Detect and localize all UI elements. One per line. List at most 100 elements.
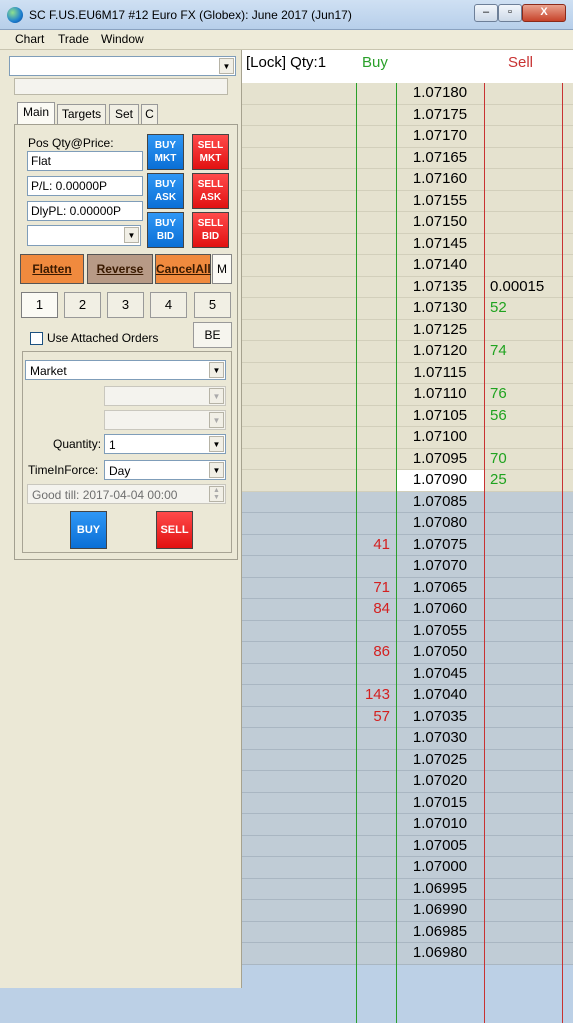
ladder-row[interactable]: 1.06990 — [242, 900, 573, 922]
m-button[interactable]: M — [212, 254, 232, 284]
ladder-row[interactable]: 1.07145 — [242, 233, 573, 255]
price-cell[interactable]: 1.07030 — [396, 729, 484, 746]
price-cell[interactable]: 1.07000 — [396, 858, 484, 875]
bid-size-cell[interactable]: 41 — [356, 536, 396, 553]
price-cell[interactable]: 1.07075 — [396, 536, 484, 553]
price-cell[interactable]: 1.07080 — [396, 514, 484, 531]
bid-size-cell[interactable]: 86 — [356, 643, 396, 660]
minimize-button[interactable]: – — [474, 4, 498, 22]
ladder-row[interactable]: 1.07080 — [242, 513, 573, 535]
price-cell[interactable]: 1.07140 — [396, 256, 484, 273]
cancel-all-button[interactable]: CancelAll — [155, 254, 211, 284]
use-attached-orders-checkbox[interactable] — [30, 332, 43, 345]
account-select[interactable]: ▼ — [9, 56, 236, 76]
quantity-preset-4[interactable]: 4 — [150, 292, 187, 318]
price-cell[interactable]: 1.07120 — [396, 342, 484, 359]
ladder-row[interactable]: 1.07100 — [242, 427, 573, 449]
price-cell[interactable]: 1.06995 — [396, 880, 484, 897]
reverse-button[interactable]: Reverse — [87, 254, 153, 284]
price-cell[interactable]: 1.07100 — [396, 428, 484, 445]
price-cell[interactable]: 1.07165 — [396, 149, 484, 166]
price-cell[interactable]: 1.07045 — [396, 665, 484, 682]
ladder-row[interactable]: 1.07020 — [242, 771, 573, 793]
ask-size-cell[interactable]: 70 — [484, 450, 573, 467]
price-cell[interactable]: 1.07010 — [396, 815, 484, 832]
quantity-preset-5[interactable]: 5 — [194, 292, 231, 318]
buy-market-button[interactable]: BUY MKT — [147, 134, 184, 170]
ladder-row[interactable]: 1.07000 — [242, 857, 573, 879]
ladder-row[interactable]: 1.07055 — [242, 620, 573, 642]
bid-size-cell[interactable]: 71 — [356, 579, 396, 596]
ladder-row[interactable]: 1.07025 — [242, 749, 573, 771]
price-select-2[interactable]: ▼ — [104, 410, 226, 430]
price-select-1[interactable]: ▼ — [104, 386, 226, 406]
price-cell[interactable]: 1.07065 — [396, 579, 484, 596]
close-button[interactable]: X — [522, 4, 566, 22]
tab-main[interactable]: Main — [17, 102, 55, 125]
ladder-row[interactable]: 1.07155 — [242, 190, 573, 212]
ladder-row[interactable]: 1.06980 — [242, 943, 573, 965]
price-cell[interactable]: 1.07180 — [396, 84, 484, 101]
ladder-row[interactable]: 1.07045 — [242, 663, 573, 685]
ladder-row[interactable]: 84 1.07060 — [242, 599, 573, 621]
buy-bid-button[interactable]: BUY BID — [147, 212, 184, 248]
ladder-row[interactable]: 1.07070 — [242, 556, 573, 578]
menu-chart[interactable]: Chart — [15, 32, 44, 46]
ladder-row[interactable]: 1.07010 — [242, 814, 573, 836]
price-cell[interactable]: 1.07135 — [396, 278, 484, 295]
price-cell[interactable]: 1.07005 — [396, 837, 484, 854]
ladder-row[interactable]: 1.07140 — [242, 255, 573, 277]
price-cell[interactable]: 1.07055 — [396, 622, 484, 639]
sell-bid-button[interactable]: SELL BID — [192, 212, 229, 248]
ladder-row[interactable]: 1.07160 — [242, 169, 573, 191]
ladder-row[interactable]: 1.07130 52 — [242, 298, 573, 320]
bid-size-cell[interactable]: 57 — [356, 708, 396, 725]
ladder-row[interactable]: 1.07165 — [242, 147, 573, 169]
ladder-row[interactable]: 1.07175 — [242, 104, 573, 126]
order-quantity-select[interactable]: ▼ — [27, 225, 141, 246]
ladder-row[interactable]: 1.06995 — [242, 878, 573, 900]
order-type-select[interactable]: Market ▼ — [25, 360, 226, 380]
ladder-row[interactable]: 1.07180 — [242, 83, 573, 105]
price-cell[interactable]: 1.07125 — [396, 321, 484, 338]
ladder-row[interactable]: 1.07015 — [242, 792, 573, 814]
flatten-button[interactable]: Flatten — [20, 254, 84, 284]
price-cell[interactable]: 1.07155 — [396, 192, 484, 209]
tab-set[interactable]: Set — [109, 104, 139, 124]
sell-market-button[interactable]: SELL MKT — [192, 134, 229, 170]
bid-size-cell[interactable]: 84 — [356, 600, 396, 617]
price-cell[interactable]: 1.07145 — [396, 235, 484, 252]
price-cell[interactable]: 1.07170 — [396, 127, 484, 144]
quantity-preset-3[interactable]: 3 — [107, 292, 144, 318]
buy-button[interactable]: BUY — [70, 511, 107, 549]
buy-ask-button[interactable]: BUY ASK — [147, 173, 184, 209]
price-cell[interactable]: 1.07060 — [396, 600, 484, 617]
ladder-row[interactable]: 57 1.07035 — [242, 706, 573, 728]
quantity-preset-2[interactable]: 2 — [64, 292, 101, 318]
ask-size-cell[interactable]: 0.00015 — [484, 278, 573, 295]
ladder-row[interactable]: 1.07090 25 — [242, 470, 573, 492]
price-cell[interactable]: 1.07160 — [396, 170, 484, 187]
ladder-row[interactable]: 1.07085 — [242, 491, 573, 513]
ladder-row[interactable]: 1.07095 70 — [242, 448, 573, 470]
price-cell[interactable]: 1.06985 — [396, 923, 484, 940]
tab-targets[interactable]: Targets — [57, 104, 106, 124]
sell-ask-button[interactable]: SELL ASK — [192, 173, 229, 209]
menu-trade[interactable]: Trade — [58, 32, 89, 46]
price-cell[interactable]: 1.07130 — [396, 299, 484, 316]
ladder-row[interactable]: 71 1.07065 — [242, 577, 573, 599]
ladder-row[interactable]: 86 1.07050 — [242, 642, 573, 664]
ladder-row[interactable]: 1.07030 — [242, 728, 573, 750]
ladder-row[interactable]: 1.07150 — [242, 212, 573, 234]
price-cell[interactable]: 1.06980 — [396, 944, 484, 961]
ladder-row[interactable]: 1.07125 — [242, 319, 573, 341]
be-button[interactable]: BE — [193, 322, 232, 348]
price-cell[interactable]: 1.07090 — [396, 470, 484, 491]
price-cell[interactable]: 1.07025 — [396, 751, 484, 768]
menu-window[interactable]: Window — [101, 32, 144, 46]
price-cell[interactable]: 1.07085 — [396, 493, 484, 510]
price-cell[interactable]: 1.06990 — [396, 901, 484, 918]
price-cell[interactable]: 1.07105 — [396, 407, 484, 424]
ladder-row[interactable]: 41 1.07075 — [242, 534, 573, 556]
price-cell[interactable]: 1.07020 — [396, 772, 484, 789]
